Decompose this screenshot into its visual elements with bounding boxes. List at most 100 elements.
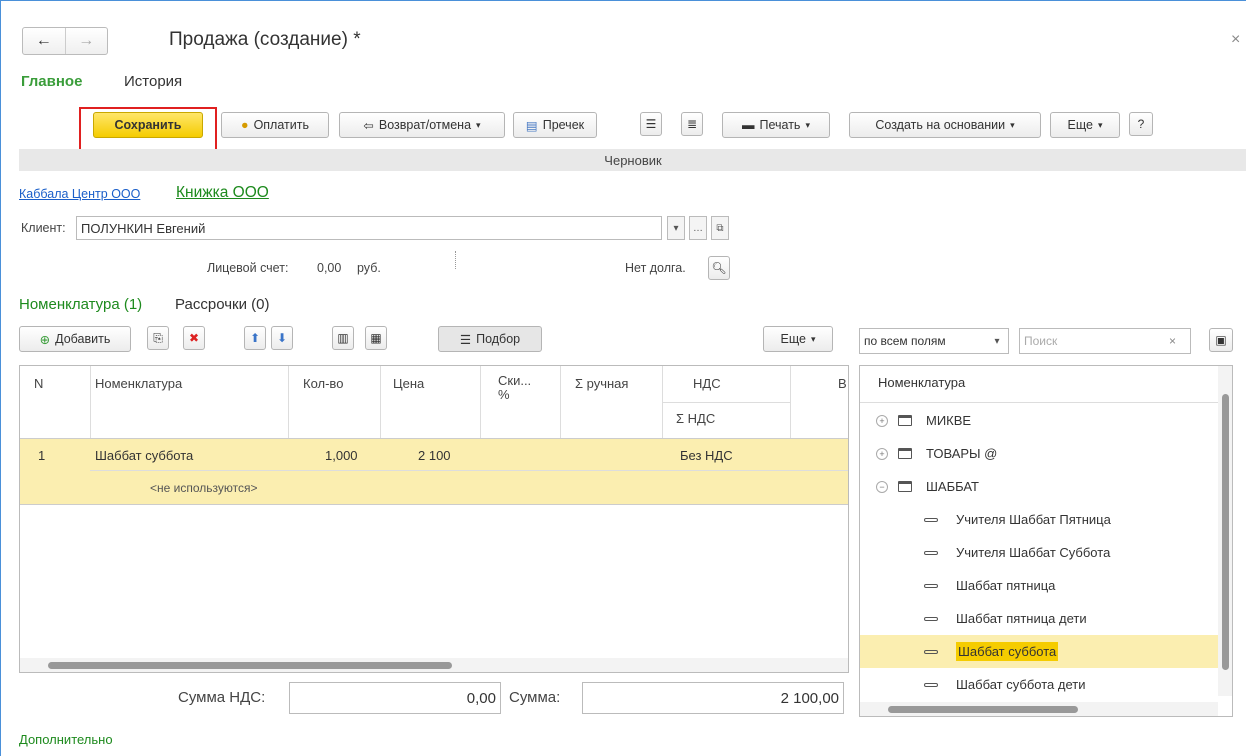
tree-group[interactable]: − ШАББАТ: [860, 470, 1220, 503]
create-based-button[interactable]: Создать на основании ▾: [849, 112, 1041, 138]
table-more-button[interactable]: Еще ▾: [763, 326, 833, 352]
item-icon: [924, 682, 938, 687]
search-input[interactable]: Поиск: [1019, 328, 1191, 354]
return-button[interactable]: ⇦ Возврат/отмена ▾: [339, 112, 505, 138]
row-vat[interactable]: Без НДС: [680, 448, 733, 463]
chevron-down-icon: ▾: [805, 119, 810, 130]
row-name[interactable]: Шаббат суббота: [95, 448, 193, 463]
row-qty[interactable]: 1,000: [325, 448, 358, 463]
tree-vscroll-thumb[interactable]: [1222, 394, 1229, 670]
item-icon: [924, 649, 938, 654]
status-bar: Черновик: [19, 149, 1246, 171]
client-value: ПОЛУНКИН Евгений: [81, 220, 206, 236]
document-window: ← → Продажа (создание) * × Главное Истор…: [0, 0, 1246, 756]
expand-icon[interactable]: +: [876, 447, 888, 460]
item-icon: [924, 550, 938, 555]
clear-search-icon[interactable]: ×: [1169, 334, 1176, 348]
settings-icon[interactable]: ▣: [1209, 328, 1233, 352]
more-button[interactable]: Еще ▾: [1050, 112, 1120, 138]
collapse-icon[interactable]: −: [876, 480, 888, 493]
add-button[interactable]: ⊕ Добавить: [19, 326, 131, 352]
col-discount[interactable]: Ски... %: [498, 374, 534, 402]
shop-link[interactable]: Книжка ООО: [176, 184, 269, 202]
tab-main[interactable]: Главное: [21, 73, 82, 90]
tree-item-selected[interactable]: Шаббат суббота: [860, 635, 1220, 668]
pay-button-label: Оплатить: [253, 118, 309, 132]
pay-button[interactable]: ● Оплатить: [221, 112, 329, 138]
barcode-icon[interactable]: ▥: [332, 326, 354, 350]
pick-button[interactable]: ☰ Подбор: [438, 326, 542, 352]
folder-icon: [898, 415, 912, 426]
printer-icon: ▬: [742, 118, 755, 132]
client-dropdown-icon[interactable]: ▾: [667, 216, 685, 240]
row-price[interactable]: 2 100: [418, 448, 451, 463]
tree-header[interactable]: Номенклатура: [878, 375, 965, 390]
client-open-icon[interactable]: ⧉: [711, 216, 729, 240]
tree-item[interactable]: Шаббат пятница: [860, 569, 1220, 602]
document-icon[interactable]: ≣: [681, 112, 703, 136]
col-n[interactable]: N: [34, 376, 43, 391]
print-button-label: Печать: [759, 118, 801, 132]
row-characteristic: <не используются>: [150, 481, 258, 495]
col-price[interactable]: Цена: [393, 376, 424, 391]
item-icon: [924, 517, 938, 522]
move-up-icon[interactable]: ⬆: [244, 326, 266, 350]
close-icon[interactable]: ×: [1231, 31, 1240, 49]
search-placeholder: Поиск: [1024, 334, 1058, 348]
col-qty[interactable]: Кол-во: [303, 376, 343, 391]
list-icon[interactable]: ☰: [640, 112, 662, 136]
col-vat[interactable]: НДС: [693, 376, 721, 391]
chevron-down-icon[interactable]: ▾: [988, 329, 1006, 353]
search-icon[interactable]: 🔍︎: [708, 256, 730, 280]
account-label: Лицевой счет:: [207, 261, 289, 275]
col-b[interactable]: В: [838, 376, 847, 391]
barcode-scan-icon[interactable]: ▦: [365, 326, 387, 350]
tree-item[interactable]: Учителя Шаббат Суббота: [860, 536, 1220, 569]
vat-total-value: 0,00: [466, 689, 496, 707]
help-button[interactable]: ?: [1129, 112, 1153, 136]
tree-group[interactable]: + ТОВАРЫ @: [860, 437, 1220, 470]
client-label: Клиент:: [21, 221, 66, 235]
col-name[interactable]: Номенклатура: [95, 376, 182, 391]
tree-group[interactable]: + МИКВЕ: [860, 404, 1220, 437]
tab-nomenclature[interactable]: Номенклатура (1): [19, 296, 142, 313]
coins-icon: ●: [241, 118, 249, 132]
col-vat-sum[interactable]: Σ НДС: [676, 411, 715, 426]
tree-item-label: Учителя Шаббат Пятница: [956, 512, 1111, 527]
tree-item[interactable]: Шаббат суббота дети: [860, 668, 1220, 701]
search-mode-select[interactable]: по всем полям: [859, 328, 1009, 354]
vat-total-label: Сумма НДС:: [178, 689, 266, 706]
expand-icon[interactable]: +: [876, 414, 888, 427]
company-link[interactable]: Каббала Центр ООО: [19, 187, 140, 201]
list-icon: ☰: [459, 332, 472, 347]
move-down-icon[interactable]: ⬇: [271, 326, 293, 350]
sum-total-label: Сумма:: [509, 689, 561, 706]
create-based-label: Создать на основании: [875, 118, 1006, 132]
chevron-down-icon: ▾: [810, 333, 816, 344]
table-more-label: Еще: [780, 332, 806, 346]
forward-arrow-icon[interactable]: →: [64, 28, 108, 54]
back-arrow-icon[interactable]: ←: [23, 28, 65, 54]
chevron-down-icon: ▾: [1097, 119, 1103, 130]
tree-item[interactable]: Шаббат пятница дети: [860, 602, 1220, 635]
table-hscroll-thumb[interactable]: [48, 662, 452, 669]
additional-section-link[interactable]: Дополнительно: [19, 732, 113, 747]
delete-icon[interactable]: ✖: [183, 326, 205, 350]
tab-installments[interactable]: Рассрочки (0): [175, 296, 269, 313]
copy-icon[interactable]: ⎘: [147, 326, 169, 350]
nomenclature-table: N Номенклатура Кол-во Цена Ски... % Σ ру…: [19, 365, 849, 673]
client-select-icon[interactable]: …: [689, 216, 707, 240]
tab-history[interactable]: История: [124, 73, 182, 90]
tree-group-label: МИКВЕ: [926, 413, 972, 428]
tree-item[interactable]: Учителя Шаббат Пятница: [860, 503, 1220, 536]
client-field[interactable]: ПОЛУНКИН Евгений: [76, 216, 662, 240]
window-title: Продажа (создание) *: [169, 29, 361, 50]
precheck-button[interactable]: ▤ Пречек: [513, 112, 597, 138]
tree-hscroll-thumb[interactable]: [888, 706, 1078, 713]
print-button[interactable]: ▬ Печать ▾: [722, 112, 830, 138]
search-mode-value: по всем полям: [864, 334, 946, 348]
separator: [455, 251, 456, 269]
folder-icon: [898, 448, 912, 459]
col-manual-sum[interactable]: Σ ручная: [575, 376, 628, 391]
save-highlight-frame: [79, 107, 217, 152]
